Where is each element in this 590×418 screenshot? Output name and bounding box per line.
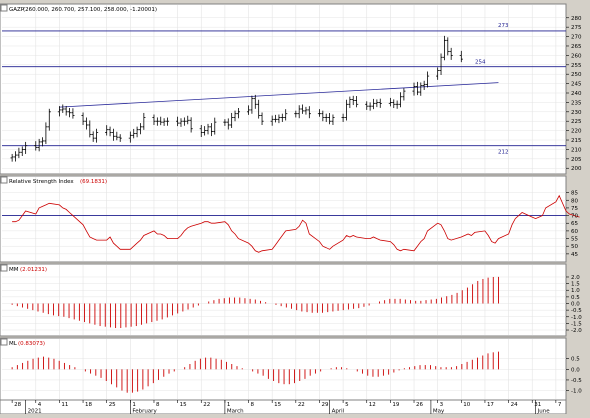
y-tick-label: 280 <box>571 16 582 22</box>
y-tick-label: 245 <box>571 82 582 88</box>
rsi-panel[interactable] <box>0 175 567 263</box>
y-tick-label: -0.5 <box>571 378 582 384</box>
level-label-273: 273 <box>498 23 509 29</box>
y-tick-label: 70 <box>571 214 578 220</box>
x-month-label: 2021 <box>28 409 42 415</box>
y-tick-label: 220 <box>571 129 582 135</box>
y-tick-label: 65 <box>571 221 578 227</box>
x-day-label: 22 <box>298 402 305 408</box>
x-day-label: 24 <box>511 402 518 408</box>
y-tick-label: 265 <box>571 44 582 50</box>
y-tick-label: 1.5 <box>571 282 580 288</box>
y-tick-label: -1.0 <box>571 315 582 321</box>
y-tick-label: 240 <box>571 91 582 97</box>
rsi-panel-title: Relative Strength Index <box>9 179 74 185</box>
x-day-label: 29 <box>321 402 328 408</box>
x-day-label: 7 <box>558 402 562 408</box>
mm-panel[interactable] <box>0 263 567 337</box>
y-tick-label: 60 <box>571 229 578 235</box>
chart-canvas: 273254212 280275270265260255250245240235… <box>0 0 590 415</box>
y-tick-label: 230 <box>571 110 582 116</box>
ml-panel-params: (0.83073) <box>18 341 45 347</box>
y-tick-label: 0.0 <box>571 302 580 308</box>
y-tick-label: 80 <box>571 198 578 204</box>
y-tick-label: 270 <box>571 35 582 41</box>
x-day-label: 25 <box>109 402 116 408</box>
y-tick-label: -0.5 <box>571 308 582 314</box>
x-month-label: February <box>132 409 157 415</box>
x-day-label: 26 <box>416 402 423 408</box>
y-tick-label: 2.0 <box>571 275 580 281</box>
x-day-label: 15 <box>274 402 281 408</box>
y-tick-label: 225 <box>571 119 582 125</box>
x-day-label: 12 <box>369 402 376 408</box>
y-tick-label: 0.5 <box>571 295 580 301</box>
x-day-label: 8 <box>251 402 255 408</box>
x-day-label: 18 <box>85 402 92 408</box>
x-day-label: 4 <box>38 402 42 408</box>
x-day-label: 5 <box>345 402 349 408</box>
x-day-label: 8 <box>156 402 160 408</box>
x-month-label: May <box>433 409 445 415</box>
panel-icon <box>0 264 8 272</box>
panel-icon <box>0 4 8 12</box>
x-day-label: 1 <box>227 402 231 408</box>
y-tick-label: 200 <box>571 166 582 172</box>
rsi-panel-params: (69.1831) <box>80 179 107 185</box>
y-tick-label: 235 <box>571 100 582 106</box>
y-tick-label: 210 <box>571 147 582 153</box>
y-tick-label: 260 <box>571 53 582 59</box>
ml-panel-title: ML <box>9 341 18 347</box>
chart-window: 273 254 212 280 275 270 265 260 255 250 245 240 235… <box>0 0 590 415</box>
x-month-label: March <box>227 409 244 415</box>
y-tick-label: 205 <box>571 157 582 163</box>
y-tick-label: -2.0 <box>571 328 582 334</box>
x-day-label: 3 <box>440 402 444 408</box>
y-tick-label: 55 <box>571 237 578 243</box>
panel-icon <box>0 338 8 346</box>
y-tick-label: 1.0 <box>571 288 580 294</box>
x-day-label: 1 <box>132 402 136 408</box>
y-tick-label: -1.0 <box>571 389 582 395</box>
y-tick-label: 50 <box>571 244 578 250</box>
y-tick-label: 45 <box>571 252 578 258</box>
y-tick-label: 275 <box>571 25 582 31</box>
y-tick-label: 75 <box>571 206 578 212</box>
x-month-label: June <box>537 409 551 415</box>
y-tick-label: 0.5 <box>571 357 580 363</box>
x-day-label: 11 <box>61 402 68 408</box>
x-day-label: 28 <box>14 402 21 408</box>
x-month-label: April <box>332 409 345 415</box>
level-label-254: 254 <box>475 60 486 66</box>
y-tick-label: 0.0 <box>571 367 580 373</box>
price-panel[interactable] <box>0 3 567 175</box>
y-tick-label: 215 <box>571 138 582 144</box>
x-day-label: 31 <box>534 402 541 408</box>
panel-icon <box>0 176 8 184</box>
mm-panel-params: (2.01231) <box>20 267 47 273</box>
x-day-label: 22 <box>203 402 210 408</box>
level-label-212: 212 <box>498 150 509 156</box>
x-day-label: 10 <box>463 402 470 408</box>
price-header: GAZP (260.000, 260.700, 257.100, 258.000… <box>0 4 157 13</box>
y-tick-label: -1.5 <box>571 321 582 327</box>
price-panel-params: (260.000, 260.700, 257.100, 258.000, -1.… <box>23 7 157 13</box>
y-tick-label: 250 <box>571 72 582 78</box>
x-day-label: 19 <box>392 402 399 408</box>
mm-panel-title: MM <box>9 267 19 273</box>
y-tick-label: 85 <box>571 191 578 197</box>
x-day-label: 17 <box>487 402 494 408</box>
rsi-header: Relative Strength Index (69.1831) <box>0 176 107 185</box>
y-tick-label: 255 <box>571 63 582 69</box>
x-day-label: 15 <box>180 402 187 408</box>
